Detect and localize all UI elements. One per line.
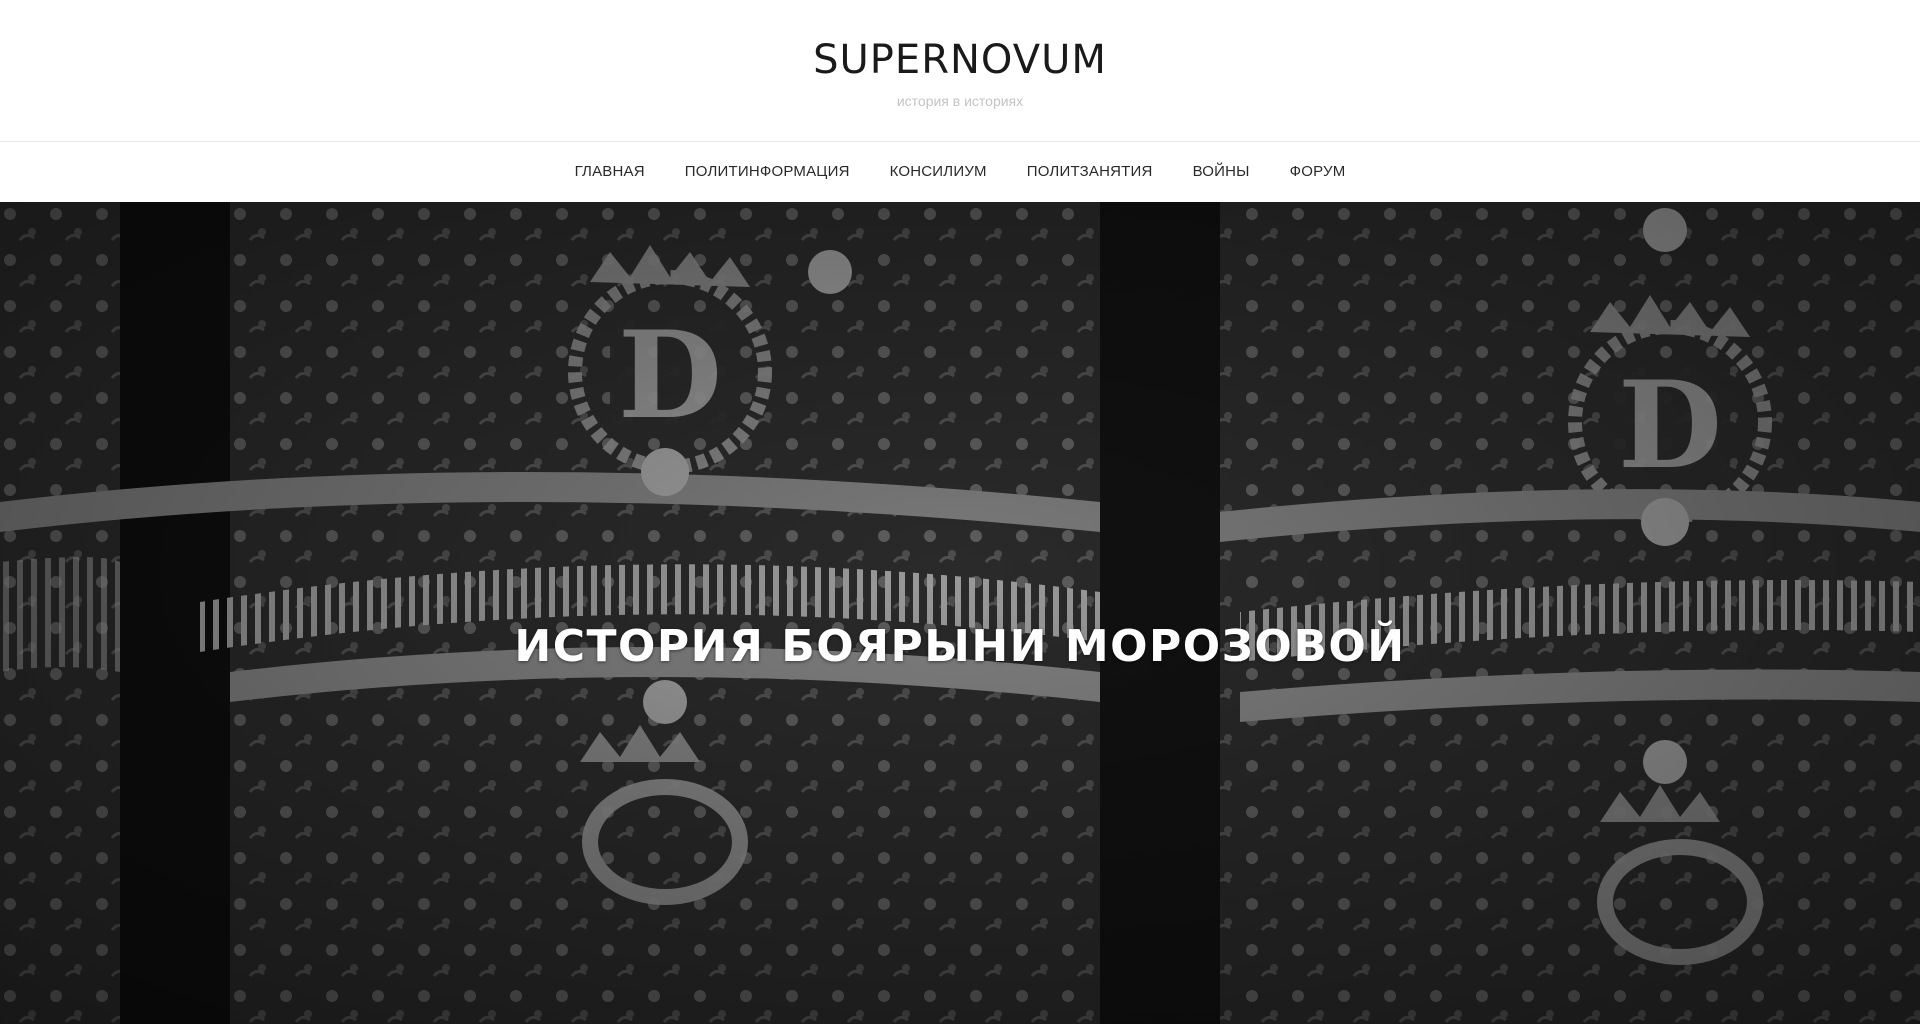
hero-background-image: D D xyxy=(0,202,1920,1024)
nav-item-home[interactable]: ГЛАВНАЯ xyxy=(575,162,645,182)
hero-banner: D D xyxy=(0,202,1920,1024)
hero-title: ИСТОРИЯ БОЯРЫНИ МОРОЗОВОЙ xyxy=(514,621,1406,673)
nav-item-wars[interactable]: ВОЙНЫ xyxy=(1193,162,1250,182)
site-tagline: история в историях xyxy=(896,93,1024,109)
nav-item-politclasses[interactable]: ПОЛИТЗАНЯТИЯ xyxy=(1027,162,1153,182)
site-header: SUPERNOVUM история в историях xyxy=(0,0,1920,141)
nav-item-consilium[interactable]: КОНСИЛИУМ xyxy=(890,162,987,182)
main-nav: ГЛАВНАЯ ПОЛИТИНФОРМАЦИЯ КОНСИЛИУМ ПОЛИТЗ… xyxy=(0,142,1920,202)
nav-item-forum[interactable]: ФОРУМ xyxy=(1290,162,1346,182)
nav-item-politinformation[interactable]: ПОЛИТИНФОРМАЦИЯ xyxy=(685,162,850,182)
site-title-link[interactable]: SUPERNOVUM xyxy=(0,36,1920,84)
